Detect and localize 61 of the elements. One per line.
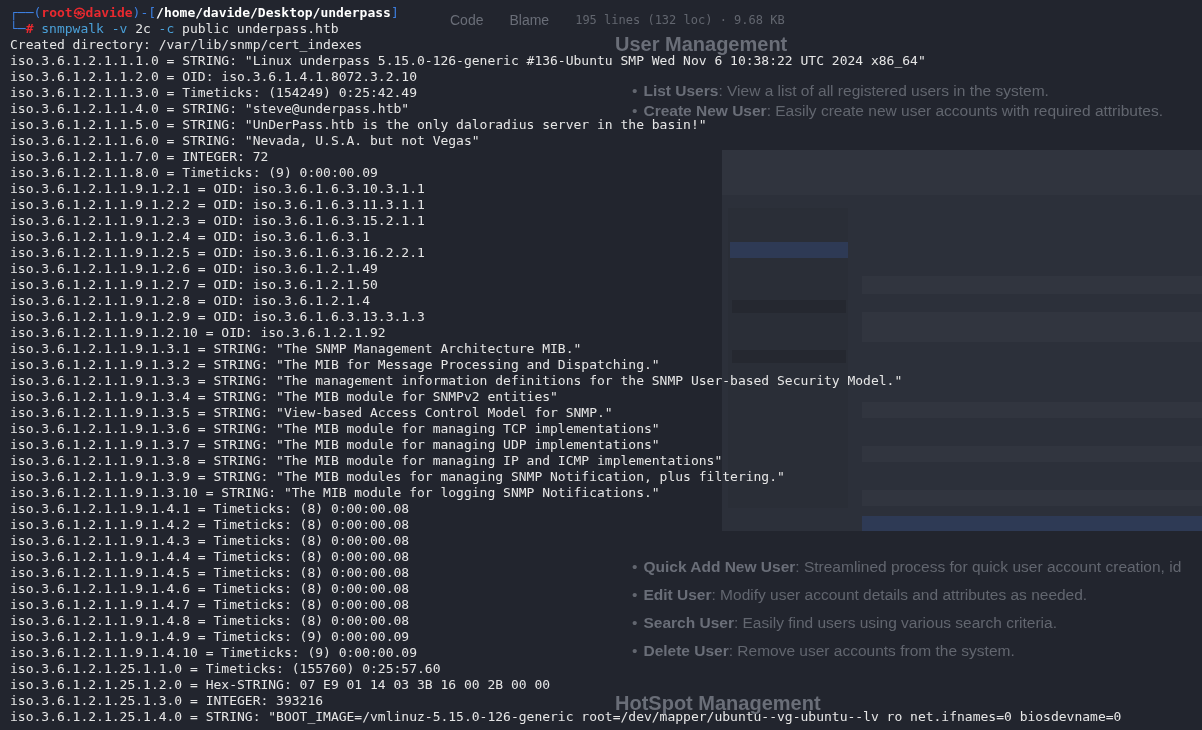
output-line: iso.3.6.1.2.1.1.9.1.2.6 = OID: iso.3.6.1.2.1.49 <box>10 261 378 277</box>
output-line: iso.3.6.1.2.1.1.9.1.4.5 = Timeticks: (8) 0:00:00.08 <box>10 565 410 581</box>
output-line: iso.3.6.1.2.1.1.9.1.3.7 = STRING: "The MIB module for managing UDP implementations" <box>10 437 660 453</box>
output-line: iso.3.6.1.2.1.1.9.1.3.10 = STRING: "The MIB module for logging SNMP Notifications." <box>10 485 660 501</box>
output-line: iso.3.6.1.2.1.1.7.0 = INTEGER: 72 <box>10 149 269 165</box>
output-line: iso.3.6.1.2.1.25.1.1.0 = Timeticks: (155760) 0:25:57.60 <box>10 661 441 677</box>
output-line: iso.3.6.1.2.1.1.4.0 = STRING: "steve@underpass.htb" <box>10 101 410 117</box>
output-line: iso.3.6.1.2.1.1.9.1.2.7 = OID: iso.3.6.1.2.1.50 <box>10 277 378 293</box>
output-line: iso.3.6.1.2.1.1.9.1.2.5 = OID: iso.3.6.1.6.3.16.2.2.1 <box>10 245 425 261</box>
command-line: snmpwalk -v 2c -c public underpass.htb <box>41 21 340 37</box>
list-item: Create New User: Easily create new user accounts with required attributes. <box>643 102 1163 119</box>
output-line: iso.3.6.1.2.1.1.9.1.2.2 = OID: iso.3.6.1.6.3.11.3.1.1 <box>10 197 425 213</box>
output-line: iso.3.6.1.2.1.25.1.2.0 = Hex-STRING: 07 E9 01 14 03 3B 16 00 2B 00 00 <box>10 677 551 693</box>
output-line: iso.3.6.1.2.1.1.9.1.4.10 = Timeticks: (9) 0:00:00.09 <box>10 645 417 661</box>
output-line: iso.3.6.1.2.1.25.1.3.0 = INTEGER: 393216 <box>10 693 324 709</box>
bullet: • <box>632 558 638 576</box>
output-line: iso.3.6.1.2.1.1.9.1.3.1 = STRING: "The SNMP Management Architecture MIB." <box>10 341 582 357</box>
output-line: iso.3.6.1.2.1.1.9.1.2.4 = OID: iso.3.6.1.6.3.1 <box>10 229 371 245</box>
output-line: iso.3.6.1.2.1.1.9.1.4.4 = Timeticks: (8) 0:00:00.08 <box>10 549 410 565</box>
output-line: iso.3.6.1.2.1.1.9.1.4.1 = Timeticks: (8) 0:00:00.08 <box>10 501 410 517</box>
output-line: iso.3.6.1.2.1.1.9.1.3.4 = STRING: "The MIB module for SNMPv2 entities" <box>10 389 558 405</box>
view-tab[interactable]: Blame <box>499 7 560 32</box>
output-line: iso.3.6.1.2.1.1.9.1.3.9 = STRING: "The MIB modules for managing SNMP Notification, plus filtering." <box>10 469 785 485</box>
file-info: 195 lines (132 loc) · 9.68 KB <box>575 12 785 27</box>
output-line: iso.3.6.1.2.1.1.9.1.4.7 = Timeticks: (8) 0:00:00.08 <box>10 597 410 613</box>
output-line: iso.3.6.1.2.1.1.9.1.3.2 = STRING: "The MIB for Message Processing and Dispatching." <box>10 357 660 373</box>
output-line: iso.3.6.1.2.1.1.9.1.4.9 = Timeticks: (9) 0:00:00.09 <box>10 629 410 645</box>
list-item: List Users: View a list of all registered users in the system. <box>643 82 1049 100</box>
output-line: iso.3.6.1.2.1.1.9.1.2.10 = OID: iso.3.6.1.2.1.92 <box>10 325 386 341</box>
output-line: iso.3.6.1.2.1.1.6.0 = STRING: "Nevada, U.S.A. but not Vegas" <box>10 133 480 149</box>
output-line: iso.3.6.1.2.1.1.9.1.2.8 = OID: iso.3.6.1.2.1.4 <box>10 293 371 309</box>
output-line: iso.3.6.1.2.1.1.9.1.4.8 = Timeticks: (8) 0:00:00.08 <box>10 613 410 629</box>
output-line: iso.3.6.1.2.1.1.9.1.3.5 = STRING: "View-based Access Control Model for SNMP." <box>10 405 613 421</box>
section-heading: User Management <box>615 33 788 55</box>
output-line: iso.3.6.1.2.1.1.9.1.4.3 = Timeticks: (8) 0:00:00.08 <box>10 533 410 549</box>
output-line: iso.3.6.1.2.1.1.9.1.3.8 = STRING: "The MIB module for managing IP and ICMP implementations" <box>10 453 723 469</box>
list-item: Quick Add New User: Streamlined process for quick user account creation, id <box>643 558 1182 576</box>
prompt-sign: # <box>25 21 34 37</box>
list-item: Edit User: Modify user account details and attributes as needed. <box>643 586 1088 604</box>
prompt-line: ┌──(root㉿davide)-[/home/davide/Desktop/underpass] <box>10 5 399 21</box>
bullet: • <box>632 586 638 604</box>
bullet: • <box>632 82 638 100</box>
output-line: iso.3.6.1.2.1.1.3.0 = Timeticks: (154249) 0:25:42.49 <box>10 85 417 101</box>
bullet: • <box>632 614 638 632</box>
bullet: • <box>632 642 638 660</box>
output-line: iso.3.6.1.2.1.1.9.1.2.9 = OID: iso.3.6.1.6.3.13.3.1.3 <box>10 309 425 325</box>
list-item: Search User: Easily find users using various search criteria. <box>643 614 1057 632</box>
output-line: Created directory: /var/lib/snmp/cert_indexes <box>10 37 363 53</box>
bullet: • <box>632 102 638 119</box>
output-line: iso.3.6.1.2.1.1.8.0 = Timeticks: (9) 0:00:00.09 <box>10 165 378 181</box>
output-line: iso.3.6.1.2.1.1.2.0 = OID: iso.3.6.1.4.1.8072.3.2.10 <box>10 69 417 85</box>
prompt-corner: └─ <box>10 21 26 37</box>
output-line: iso.3.6.1.2.1.1.9.1.4.2 = Timeticks: (8) 0:00:00.08 <box>10 517 410 533</box>
output-line: iso.3.6.1.2.1.1.9.1.4.6 = Timeticks: (8) 0:00:00.08 <box>10 581 410 597</box>
output-line: iso.3.6.1.2.1.1.9.1.3.6 = STRING: "The MIB module for managing TCP implementations" <box>10 421 660 437</box>
view-tab[interactable]: Code <box>440 7 494 32</box>
output-line: iso.3.6.1.2.1.1.9.1.2.3 = OID: iso.3.6.1.6.3.15.2.1.1 <box>10 213 425 229</box>
list-item: Delete User: Remove user accounts from the system. <box>643 642 1015 660</box>
output-line: iso.3.6.1.2.1.1.9.1.3.3 = STRING: "The management information definitions for the SNMP User-based Security Model." <box>10 373 903 389</box>
output-line: iso.3.6.1.2.1.1.9.1.2.1 = OID: iso.3.6.1.6.3.10.3.1.1 <box>10 181 425 197</box>
output-line: iso.3.6.1.2.1.1.5.0 = STRING: "UnDerPass.htb is the only daloradius server in the basin!" <box>10 117 707 133</box>
